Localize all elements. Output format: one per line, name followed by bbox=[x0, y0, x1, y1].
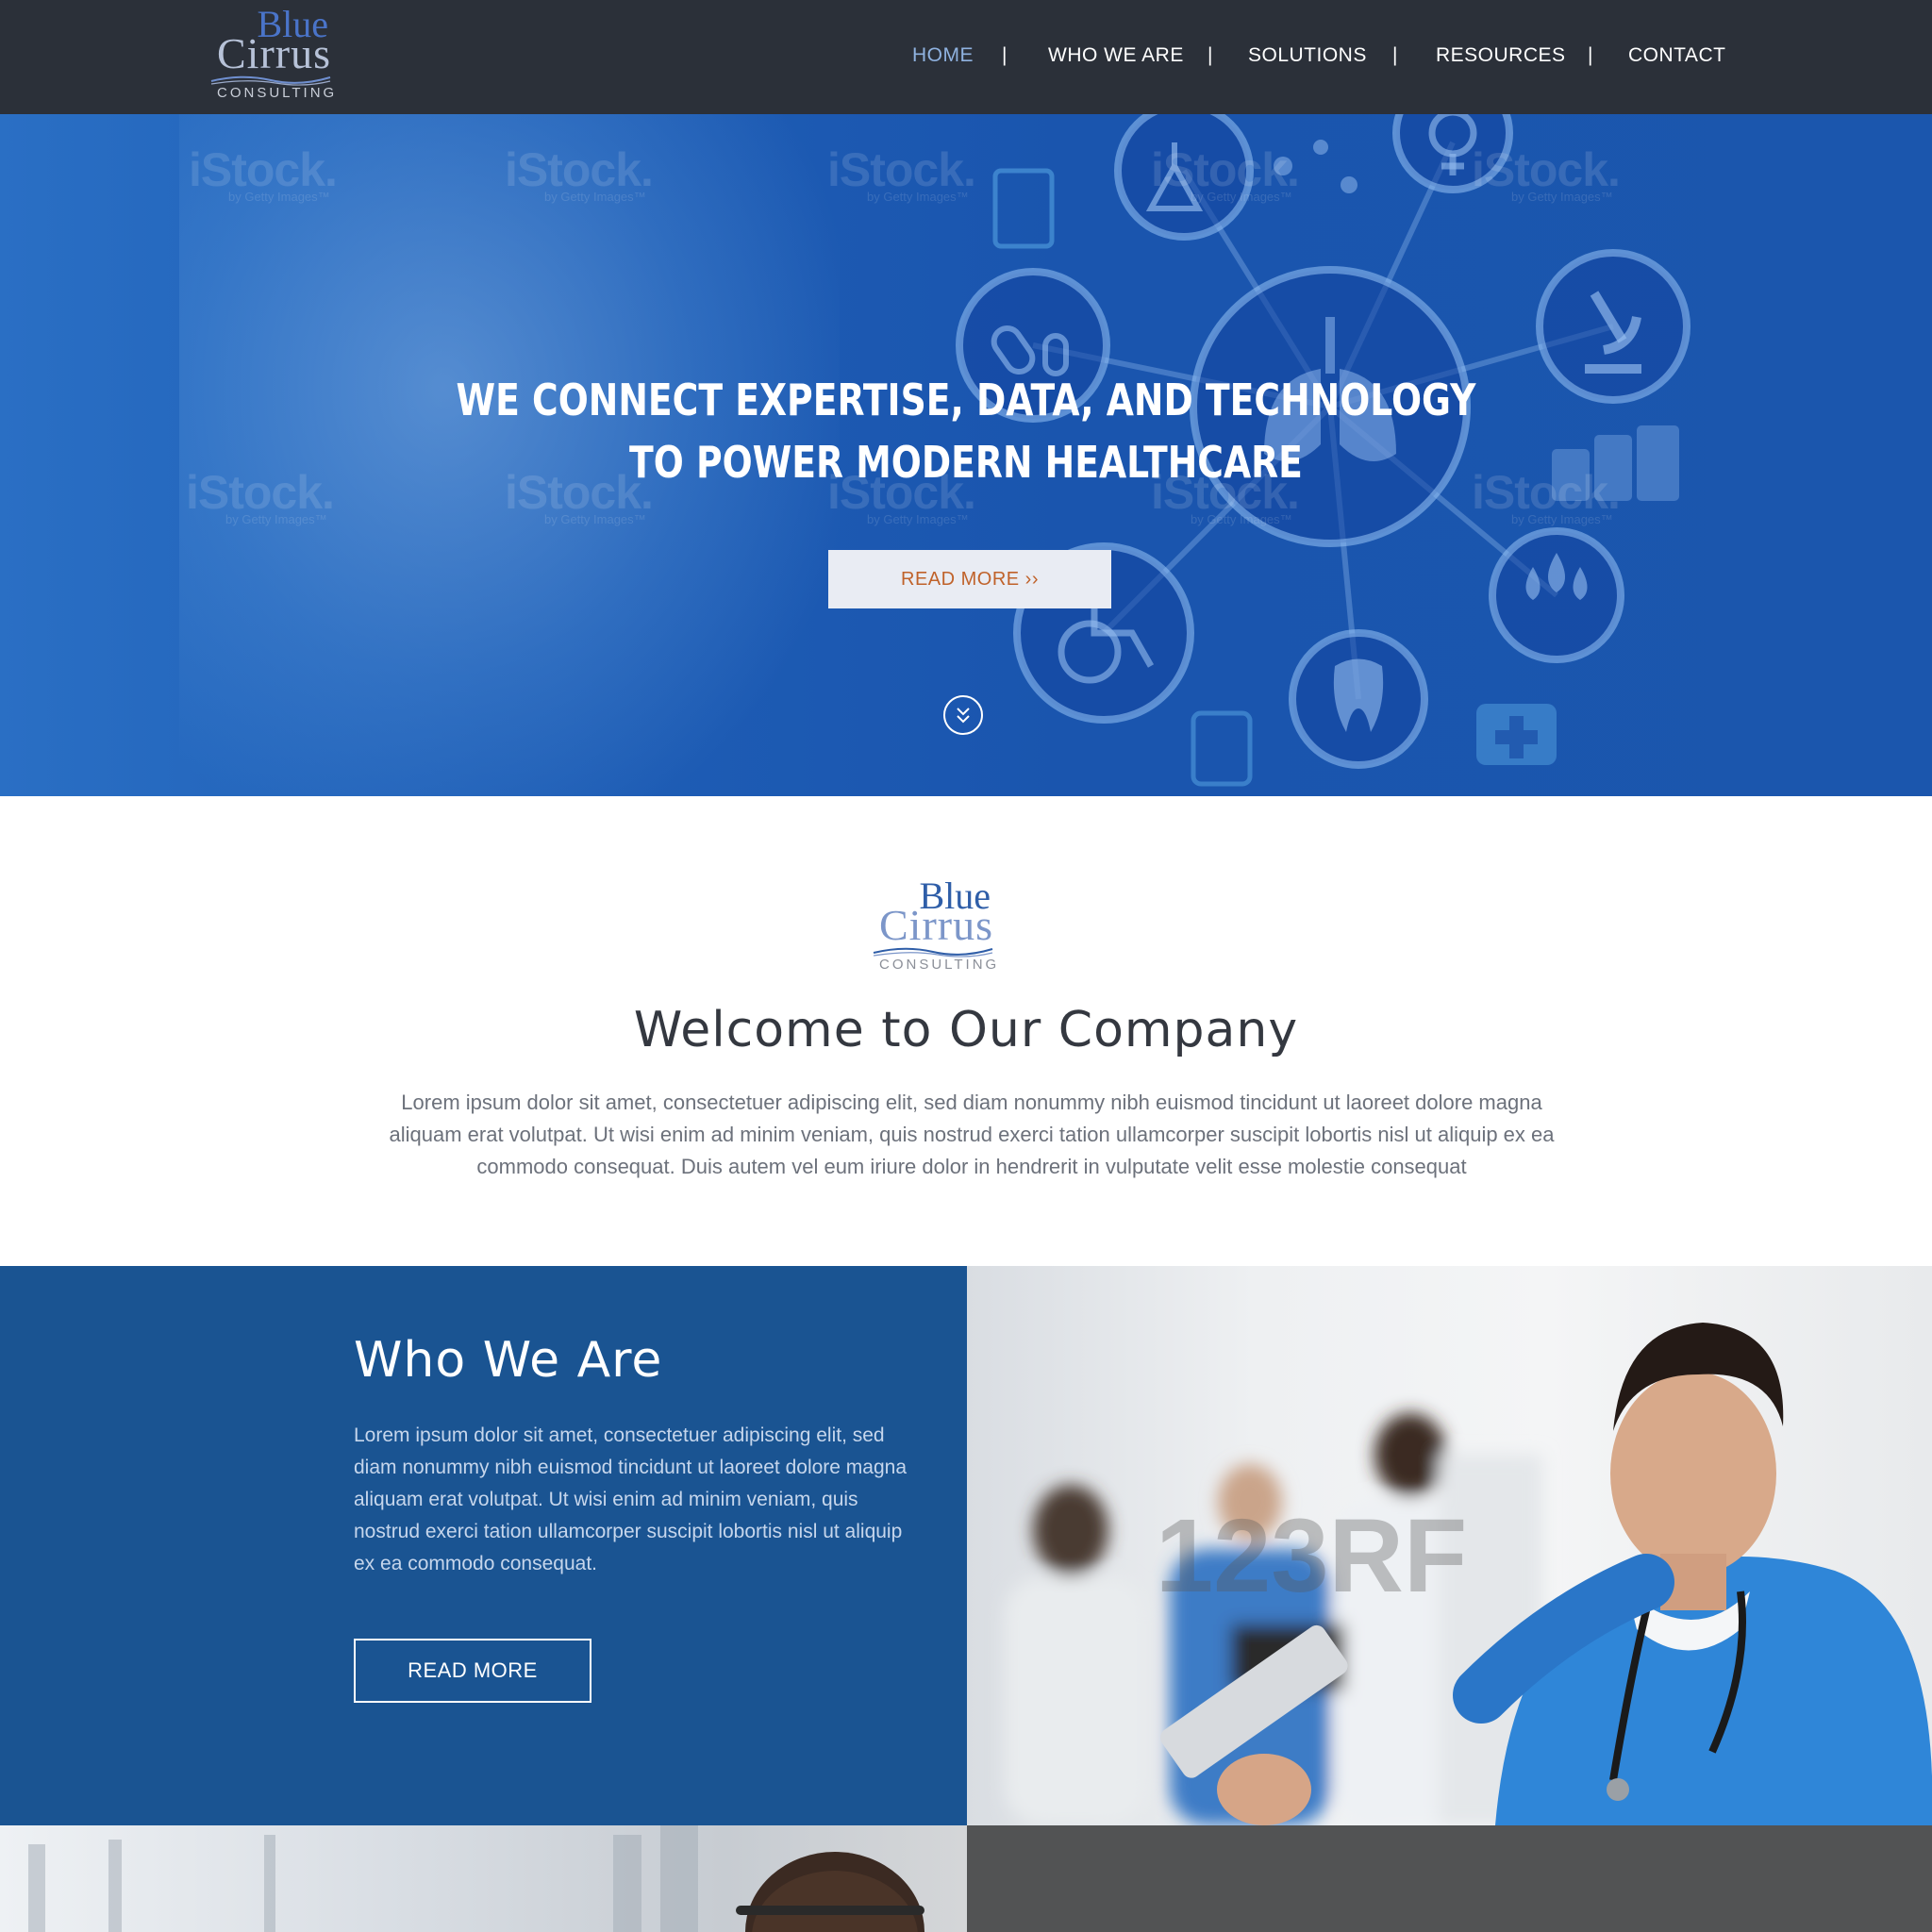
photo-watermark: 123RF bbox=[1156, 1498, 1467, 1614]
site-header: Blue Cirrus CONSULTING HOME | WHO WE ARE… bbox=[0, 0, 1932, 114]
hero-watermark: iStock. by Getty Images™ bbox=[505, 143, 654, 204]
nav-item-resources[interactable]: RESOURCES bbox=[1436, 44, 1566, 67]
logo-word-consulting: CONSULTING bbox=[879, 957, 1000, 973]
nav-separator: | bbox=[1392, 44, 1398, 66]
nav-item-contact[interactable]: CONTACT bbox=[1628, 44, 1725, 67]
nav-separator: | bbox=[1588, 44, 1593, 66]
hero-banner: iStock. by Getty Images™ iStock. by Getty … bbox=[0, 114, 1932, 796]
main-nav: HOME | WHO WE ARE | SOLUTIONS | RESOURCE… bbox=[0, 44, 1932, 73]
doctor-photo: 123RF bbox=[967, 1266, 1932, 1825]
dark-panel bbox=[967, 1825, 1932, 1932]
doctor-photo-illustration: 123RF bbox=[1005, 1323, 1932, 1825]
hero-watermark: iStock. by Getty Images™ bbox=[1151, 143, 1300, 204]
nav-separator: | bbox=[1002, 44, 1008, 66]
double-chevron-down-icon bbox=[957, 708, 970, 724]
hero-watermark: iStock. by Getty Images™ bbox=[1472, 143, 1621, 204]
office-photo-illustration bbox=[28, 1825, 924, 1932]
office-photo bbox=[0, 1825, 967, 1932]
hero-watermark: iStock. by Getty Images™ bbox=[827, 143, 976, 204]
who-we-are-text: Lorem ipsum dolor sit amet, consectetuer… bbox=[354, 1424, 908, 1574]
who-we-are-read-more-button[interactable]: READ MORE bbox=[354, 1639, 591, 1703]
nav-item-solutions[interactable]: SOLUTIONS bbox=[1248, 44, 1367, 67]
hero-headline-line-1: WE CONNECT EXPERTISE, DATA, AND TECHNOLO… bbox=[456, 375, 1476, 425]
welcome-text: Lorem ipsum dolor sit amet, consectetuer… bbox=[389, 1091, 1555, 1178]
logo-word-cirrus: Cirrus bbox=[879, 901, 993, 949]
nav-separator: | bbox=[1208, 44, 1213, 66]
hero-read-more-button[interactable]: READ MORE ›› bbox=[828, 550, 1111, 608]
welcome-logo: Blue Cirrus CONSULTING bbox=[872, 877, 996, 977]
welcome-title: Welcome to Our Company bbox=[633, 1002, 1299, 1058]
hero-watermark: iStock. by Getty Images™ bbox=[189, 143, 338, 204]
logo-word-consulting: CONSULTING bbox=[217, 85, 338, 101]
hero-headline: WE CONNECT EXPERTISE, DATA, AND TECHNOLO… bbox=[174, 369, 1757, 493]
scroll-down-button[interactable] bbox=[943, 695, 983, 735]
hero-headline-line-2: TO POWER MODERN HEALTHCARE bbox=[629, 437, 1303, 488]
who-we-are-title: Who We Are bbox=[354, 1332, 663, 1389]
nav-item-home[interactable]: HOME bbox=[912, 44, 974, 67]
nav-item-who-we-are[interactable]: WHO WE ARE bbox=[1048, 44, 1184, 67]
welcome-section: Blue Cirrus CONSULTING Welcome to Our Co… bbox=[0, 796, 1932, 1266]
who-we-are-section: Who We Are Lorem ipsum dolor sit amet, c… bbox=[0, 1266, 967, 1825]
